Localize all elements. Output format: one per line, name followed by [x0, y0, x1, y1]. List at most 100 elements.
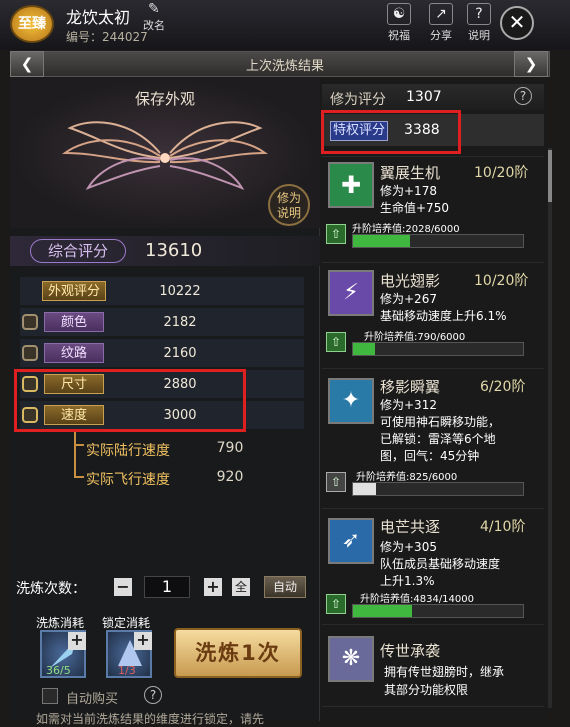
skill-progress-bar: [352, 342, 524, 356]
skill-progress-bar: [352, 604, 524, 618]
blessing-icon: ☯: [387, 3, 411, 25]
minus-icon: −: [116, 577, 130, 596]
fly-speed-value: 920: [216, 469, 244, 485]
progress-fill: [353, 235, 411, 247]
share-label: 分享: [430, 29, 452, 42]
lock-icon[interactable]: [22, 314, 38, 330]
attr-label-appearance: 外观评分: [42, 281, 106, 301]
skill-desc-line: 生命值+750: [380, 201, 449, 215]
skill-desc-line: 基础移动速度上升6.1%: [380, 309, 507, 323]
upgrade-icon[interactable]: ⇧: [326, 594, 346, 614]
help-label: 说明: [468, 29, 490, 42]
highlight-box: [321, 110, 461, 154]
skill-desc-line: 队伍成员基础移动速度: [380, 557, 501, 571]
skill-desc-line: 其部分功能权限: [384, 683, 469, 697]
total-score-value: 13610: [145, 240, 203, 261]
scrollbar[interactable]: [548, 148, 552, 708]
plus-icon: +: [206, 577, 220, 596]
scrollbar-thumb[interactable]: [548, 150, 552, 202]
skill-icon-inherit: ❋: [328, 636, 374, 682]
pen-icon[interactable]: ✎: [148, 1, 164, 17]
vip-badge: 至臻: [10, 5, 54, 43]
upgrade-icon[interactable]: ⇧: [326, 332, 346, 352]
skill-name: 翼展生机: [380, 164, 441, 182]
skill-icon-lightning-chase: ➶: [328, 518, 374, 564]
close-icon: ✕: [508, 10, 526, 34]
refine-item-count: 36/5: [46, 664, 71, 677]
skill-icon-wing-life: ✚: [328, 162, 374, 208]
player-id: 编号：244027: [66, 30, 148, 44]
upgrade-icon[interactable]: ⇧: [326, 224, 346, 244]
attr-value-color: 2182: [163, 315, 197, 330]
cultivation-score-value: 1307: [406, 89, 442, 105]
attr-label-color: 颜色: [44, 312, 104, 332]
skill-level: 6/20阶: [480, 379, 526, 395]
skill-icon-teleport-wing: ✦: [328, 378, 374, 424]
land-speed-label: 实际陆行速度: [86, 443, 170, 459]
plus-button[interactable]: +: [204, 578, 222, 596]
lock-consume-label: 锁定消耗: [102, 616, 151, 630]
skill-name: 电芒共逐: [380, 518, 441, 536]
refine-count-input[interactable]: 1: [144, 576, 190, 598]
skill-desc-line: 修为+267: [380, 292, 437, 306]
lock-notice: 如需对当前洗炼结果的维度进行锁定，请先: [36, 712, 265, 726]
skill-name: 电光翅影: [380, 272, 441, 290]
refine-count-label: 洗炼次数：: [16, 581, 86, 597]
page-title: 上次洗炼结果: [245, 59, 324, 74]
skill-desc-line: 图，回气：45分钟: [380, 449, 480, 463]
question-icon[interactable]: ?: [514, 87, 532, 105]
tree-line: [74, 432, 84, 446]
skill-progress-text: 升阶培养值:2028/6000: [352, 224, 460, 235]
blessing-button[interactable]: ☯ 祝福: [380, 3, 418, 45]
skill-desc-line: 修为+312: [380, 398, 437, 412]
lock-item-count: 1/3: [118, 664, 136, 677]
skill-progress-text: 升阶培养值:4834/14000: [360, 594, 474, 605]
attr-value-pattern: 2160: [163, 346, 197, 361]
progress-fill: [353, 343, 376, 355]
highlight-box: [14, 369, 246, 432]
skill-desc-line: 已解锁：雷泽等6个地: [380, 432, 496, 446]
add-refine-item-button[interactable]: +: [68, 632, 86, 650]
skill-progress-bar: [352, 234, 524, 248]
skill-name: 移影瞬翼: [380, 378, 441, 396]
all-button[interactable]: 全: [232, 578, 250, 596]
attr-value-appearance: 10222: [159, 284, 201, 299]
help-icon: ?: [467, 3, 491, 25]
skill-progress-text: 升阶培养值:790/6000: [364, 332, 466, 343]
progress-fill: [353, 483, 377, 495]
share-icon: ↗: [429, 3, 453, 25]
close-button[interactable]: ✕: [500, 6, 534, 40]
minus-button[interactable]: −: [114, 578, 132, 596]
share-button[interactable]: ↗ 分享: [422, 3, 460, 45]
attr-label-pattern: 纹路: [44, 343, 104, 363]
skill-icon-lightning-wing: ⚡: [328, 270, 374, 316]
auto-button[interactable]: 自动: [264, 576, 306, 598]
skill-name: 传世承袭: [380, 642, 441, 660]
fly-speed-label: 实际飞行速度: [86, 472, 170, 488]
skill-progress-bar: [352, 482, 524, 496]
skill-level: 10/20阶: [474, 273, 529, 289]
cultivation-score-label: 修为评分: [330, 92, 386, 108]
help-button[interactable]: ? 说明: [460, 3, 498, 45]
skill-desc-line: 修为+178: [380, 184, 437, 198]
upgrade-icon[interactable]: ⇧: [326, 472, 346, 492]
question-icon[interactable]: ?: [144, 686, 162, 704]
lock-icon[interactable]: [22, 345, 38, 361]
skill-desc-line: 修为+305: [380, 540, 437, 554]
tree-line: [74, 446, 84, 478]
skill-desc-line: 拥有传世翅膀时，继承: [384, 665, 505, 679]
blessing-label: 祝福: [388, 29, 410, 42]
skill-level: 10/20阶: [474, 165, 529, 181]
auto-buy-checkbox[interactable]: [42, 688, 58, 704]
xiuwei-explain-button[interactable]: 修为 说明: [268, 184, 310, 226]
total-score-label: 综合评分: [30, 239, 126, 263]
refine-consume-label: 洗炼消耗: [36, 616, 85, 630]
refine-button[interactable]: 洗炼1次: [174, 628, 302, 678]
progress-fill: [353, 605, 412, 617]
skill-desc-line: 可使用神石瞬移功能，: [380, 415, 501, 429]
save-look-title: 保存外观: [134, 90, 195, 108]
skill-card[interactable]: [322, 706, 544, 721]
add-lock-item-button[interactable]: +: [134, 632, 152, 650]
land-speed-value: 790: [216, 440, 244, 456]
skill-desc-line: 上升1.3%: [380, 574, 435, 588]
